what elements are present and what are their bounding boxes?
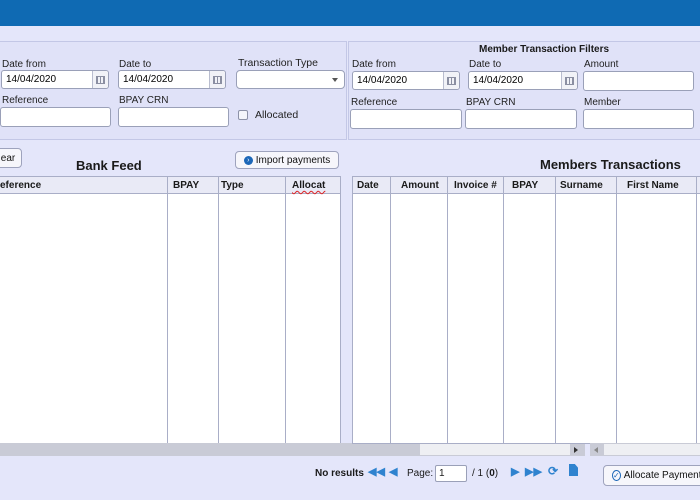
clear-button-label: ear (0, 152, 16, 164)
column-header-bpay[interactable]: BPAY (512, 180, 538, 191)
scrollbar-thumb[interactable] (420, 444, 570, 455)
page-number-input[interactable]: 1 (435, 465, 467, 482)
members-transactions-title: Members Transactions (540, 157, 681, 172)
member-date-to-value: 14/04/2020 (473, 75, 524, 86)
date-from-label: Date from (2, 59, 46, 70)
arrow-right-icon: › (243, 155, 253, 165)
column-header-amount[interactable]: Amount (401, 180, 439, 191)
member-input[interactable] (583, 109, 694, 129)
chevron-down-icon (332, 78, 338, 82)
column-header-date[interactable]: Date (357, 180, 379, 191)
bank-feed-grid: eference BPAY Type Allocat (0, 176, 341, 444)
column-divider (503, 177, 504, 443)
page-total-text: / 1 ( (472, 468, 490, 479)
header-strip (0, 26, 700, 40)
first-page-icon[interactable]: ◀◀ (368, 465, 385, 478)
column-divider (696, 177, 697, 443)
date-from-value: 14/04/2020 (6, 74, 57, 85)
allocate-payments-label: Allocate Payments (623, 470, 700, 481)
members-transactions-grid: Date Amount Invoice # BPAY Surname First… (352, 176, 700, 444)
member-filters-title: Member Transaction Filters (479, 44, 610, 55)
horizontal-scrollbar[interactable] (0, 443, 585, 456)
no-results-text: No results (315, 468, 364, 479)
last-page-icon[interactable]: ▶▶ (525, 465, 542, 478)
member-date-from-field[interactable]: 14/04/2020 (352, 71, 460, 90)
column-divider (555, 177, 556, 443)
member-bpay-crn-input[interactable] (465, 109, 577, 129)
pager-bar: No results ◀◀ ◀ Page: 1 / 1 (0) ▶ ▶▶ ⟳ ✓… (0, 456, 700, 500)
column-header-first-name[interactable]: First Name (627, 180, 679, 191)
page-number-value: 1 (439, 468, 445, 479)
member-date-from-value: 14/04/2020 (357, 75, 408, 86)
reference-label: Reference (2, 95, 49, 106)
check-circle-icon: ✓ (612, 470, 621, 481)
calendar-icon[interactable] (443, 72, 459, 89)
member-bpay-crn-label: BPAY CRN (466, 97, 516, 108)
bpay-crn-label: BPAY CRN (119, 95, 169, 106)
bank-filters-panel: Date from 14/04/2020 Date to 14/04/2020 … (0, 41, 347, 140)
column-divider (167, 177, 168, 443)
allocated-label: Allocated (255, 109, 299, 121)
scroll-left-icon[interactable] (594, 447, 598, 453)
column-header-invoice[interactable]: Invoice # (454, 180, 497, 191)
transaction-type-label: Transaction Type (238, 57, 318, 69)
export-document-icon[interactable] (569, 464, 578, 476)
next-page-icon[interactable]: ▶ (511, 465, 519, 478)
bank-feed-title: Bank Feed (76, 158, 142, 173)
amount-input[interactable] (583, 71, 694, 91)
column-divider (218, 177, 219, 443)
column-header-allocated[interactable]: Allocat (292, 180, 325, 191)
members-scrollbar-thumb[interactable] (604, 444, 700, 455)
calendar-icon[interactable] (209, 71, 225, 88)
date-to-field[interactable]: 14/04/2020 (118, 70, 226, 89)
reference-input[interactable] (0, 107, 111, 127)
member-reference-label: Reference (351, 97, 398, 108)
member-label: Member (584, 97, 621, 108)
member-date-to-field[interactable]: 14/04/2020 (468, 71, 578, 90)
member-reference-input[interactable] (350, 109, 462, 129)
page-label: Page: (407, 468, 434, 479)
scroll-right-icon[interactable] (574, 447, 578, 453)
date-to-value: 14/04/2020 (123, 74, 174, 85)
column-header-bpay[interactable]: BPAY (173, 180, 199, 191)
column-header-surname[interactable]: Surname (560, 180, 603, 191)
app-header-bar (0, 0, 700, 26)
allocated-checkbox[interactable] (238, 110, 248, 120)
refresh-icon[interactable]: ⟳ (548, 464, 558, 478)
date-to-label: Date to (119, 59, 152, 70)
allocate-payments-button[interactable]: ✓ Allocate Payments (603, 465, 700, 486)
column-divider (447, 177, 448, 443)
column-divider (616, 177, 617, 443)
page-count-close: ) (494, 468, 499, 479)
amount-label: Amount (584, 59, 619, 70)
calendar-icon[interactable] (92, 71, 108, 88)
import-payments-button[interactable]: › Import payments (235, 151, 339, 169)
column-divider (285, 177, 286, 443)
bank-feed-header (0, 177, 340, 194)
member-date-from-label: Date from (352, 59, 396, 70)
column-header-reference[interactable]: eference (0, 180, 41, 191)
column-header-type[interactable]: Type (221, 180, 244, 191)
previous-page-icon[interactable]: ◀ (389, 465, 397, 478)
member-date-to-label: Date to (469, 59, 502, 70)
clear-button[interactable]: ear (0, 148, 22, 168)
column-divider (390, 177, 391, 443)
bpay-crn-input[interactable] (118, 107, 229, 127)
date-from-field[interactable]: 14/04/2020 (1, 70, 109, 89)
page-count: / 1 (0) (472, 468, 498, 479)
members-horizontal-scrollbar[interactable] (590, 443, 700, 456)
transaction-type-select[interactable] (236, 70, 345, 89)
calendar-icon[interactable] (561, 72, 577, 89)
import-payments-label: Import payments (255, 154, 331, 166)
member-filters-panel: Member Transaction Filters Date from 14/… (348, 41, 700, 140)
